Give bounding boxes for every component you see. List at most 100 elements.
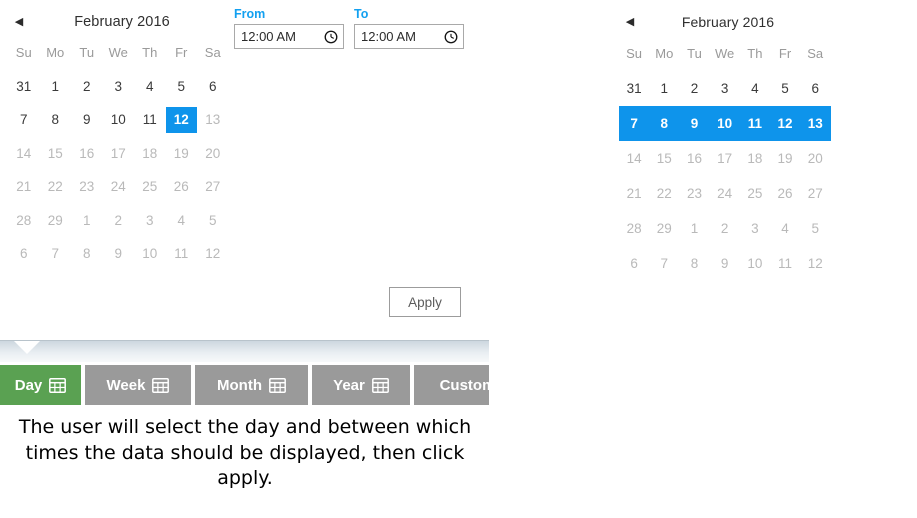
calendar-day[interactable]: 16 [71, 137, 103, 171]
calendar-day[interactable]: 25 [740, 176, 770, 211]
calendar-week-row[interactable]: 14 15 16 17 18 19 20 [619, 141, 831, 176]
calendar-day[interactable]: 10 [710, 106, 740, 141]
calendar-day-selected[interactable]: 12 [165, 107, 197, 133]
calendar-day[interactable]: 6 [8, 237, 40, 271]
calendar-day[interactable]: 1 [679, 211, 709, 246]
calendar-day[interactable]: 10 [134, 237, 166, 271]
calendar-day[interactable]: 7 [40, 237, 72, 271]
calendar-week-row[interactable]: 21 22 23 24 25 26 27 [619, 176, 831, 211]
calendar-day[interactable]: 29 [649, 211, 679, 246]
calendar-day[interactable]: 3 [740, 211, 770, 246]
calendar-day[interactable]: 7 [619, 106, 649, 141]
tab-year[interactable]: Year [312, 365, 410, 405]
to-time-input[interactable]: 12:00 AM [354, 24, 464, 49]
calendar-day[interactable]: 6 [800, 71, 830, 106]
calendar-day[interactable]: 3 [710, 71, 740, 106]
calendar-day[interactable]: 27 [800, 176, 830, 211]
calendar-day[interactable]: 15 [40, 137, 72, 171]
calendar-day[interactable]: 14 [619, 141, 649, 176]
calendar-week-row-selected[interactable]: 7 8 9 10 11 12 13 [619, 106, 831, 141]
calendar-day[interactable]: 15 [649, 141, 679, 176]
calendar-day[interactable]: 3 [134, 204, 166, 238]
calendar-day[interactable]: 1 [649, 71, 679, 106]
calendar-day[interactable]: 24 [103, 170, 135, 204]
calendar-day[interactable]: 18 [740, 141, 770, 176]
calendar-day[interactable]: 13 [800, 106, 830, 141]
calendar-day[interactable]: 8 [71, 237, 103, 271]
tab-week[interactable]: Week [85, 365, 191, 405]
calendar-day[interactable]: 1 [71, 204, 103, 238]
calendar-day[interactable]: 5 [166, 70, 198, 104]
calendar-day[interactable]: 10 [740, 246, 770, 281]
calendar-day[interactable]: 20 [197, 137, 229, 171]
calendar-day[interactable]: 2 [71, 70, 103, 104]
calendar-day[interactable]: 31 [619, 71, 649, 106]
calendar-day[interactable]: 2 [103, 204, 135, 238]
calendar-day[interactable]: 8 [649, 106, 679, 141]
calendar-day[interactable]: 6 [619, 246, 649, 281]
clock-icon[interactable] [324, 30, 338, 44]
calendar-day[interactable]: 26 [166, 170, 198, 204]
calendar-day[interactable]: 16 [679, 141, 709, 176]
triangle-left-icon[interactable]: ◀ [8, 16, 30, 28]
calendar-day[interactable]: 12 [197, 237, 229, 271]
calendar-day[interactable]: 26 [770, 176, 800, 211]
calendar-day[interactable]: 23 [679, 176, 709, 211]
calendar-day[interactable]: 9 [71, 103, 103, 137]
calendar-day[interactable]: 7 [649, 246, 679, 281]
tab-day[interactable]: Day [0, 365, 81, 405]
calendar-day[interactable]: 28 [8, 204, 40, 238]
calendar-day[interactable]: 19 [770, 141, 800, 176]
calendar-day[interactable]: 4 [134, 70, 166, 104]
calendar-day[interactable]: 9 [710, 246, 740, 281]
calendar-day[interactable]: 17 [103, 137, 135, 171]
calendar-week-row[interactable]: 31 1 2 3 4 5 6 [619, 71, 831, 106]
calendar-day[interactable]: 10 [103, 103, 135, 137]
calendar-day[interactable]: 5 [800, 211, 830, 246]
calendar-day[interactable]: 12 [770, 106, 800, 141]
calendar-day[interactable]: 11 [134, 103, 166, 137]
calendar-day[interactable]: 2 [679, 71, 709, 106]
apply-button[interactable]: Apply [389, 287, 461, 317]
calendar-day[interactable]: 28 [619, 211, 649, 246]
calendar-day[interactable]: 17 [710, 141, 740, 176]
calendar-day[interactable]: 22 [40, 170, 72, 204]
calendar-day[interactable]: 14 [8, 137, 40, 171]
calendar-day[interactable]: 29 [40, 204, 72, 238]
calendar-day[interactable]: 22 [649, 176, 679, 211]
calendar-day[interactable]: 6 [197, 70, 229, 104]
calendar-day[interactable]: 2 [710, 211, 740, 246]
calendar-day[interactable]: 5 [770, 71, 800, 106]
calendar-day[interactable]: 27 [197, 170, 229, 204]
calendar-day[interactable]: 11 [740, 106, 770, 141]
from-time-input[interactable]: 12:00 AM [234, 24, 344, 49]
calendar-day[interactable]: 3 [103, 70, 135, 104]
calendar-day[interactable]: 1 [40, 70, 72, 104]
calendar-day[interactable]: 8 [679, 246, 709, 281]
calendar-day[interactable]: 9 [679, 106, 709, 141]
calendar-day[interactable]: 19 [166, 137, 198, 171]
calendar-week-row[interactable]: 28 29 1 2 3 4 5 [619, 211, 831, 246]
calendar-day[interactable]: 8 [40, 103, 72, 137]
calendar-day[interactable]: 4 [740, 71, 770, 106]
calendar-day[interactable]: 5 [197, 204, 229, 238]
triangle-left-icon[interactable]: ◀ [619, 16, 641, 28]
calendar-day[interactable]: 21 [8, 170, 40, 204]
calendar-day[interactable]: 4 [770, 211, 800, 246]
calendar-day[interactable]: 9 [103, 237, 135, 271]
calendar-day[interactable]: 12 [800, 246, 830, 281]
clock-icon[interactable] [444, 30, 458, 44]
calendar-day[interactable]: 11 [166, 237, 198, 271]
calendar-day[interactable]: 23 [71, 170, 103, 204]
calendar-day[interactable]: 20 [800, 141, 830, 176]
calendar-day[interactable]: 13 [197, 103, 229, 137]
calendar-day[interactable]: 4 [166, 204, 198, 238]
tab-month[interactable]: Month [195, 365, 308, 405]
calendar-week-row[interactable]: 6 7 8 9 10 11 12 [619, 246, 831, 281]
calendar-day[interactable]: 18 [134, 137, 166, 171]
calendar-day[interactable]: 24 [710, 176, 740, 211]
tab-custom-r[interactable]: Custom R [414, 365, 489, 405]
calendar-day[interactable]: 25 [134, 170, 166, 204]
calendar-day[interactable]: 21 [619, 176, 649, 211]
calendar-day[interactable]: 11 [770, 246, 800, 281]
